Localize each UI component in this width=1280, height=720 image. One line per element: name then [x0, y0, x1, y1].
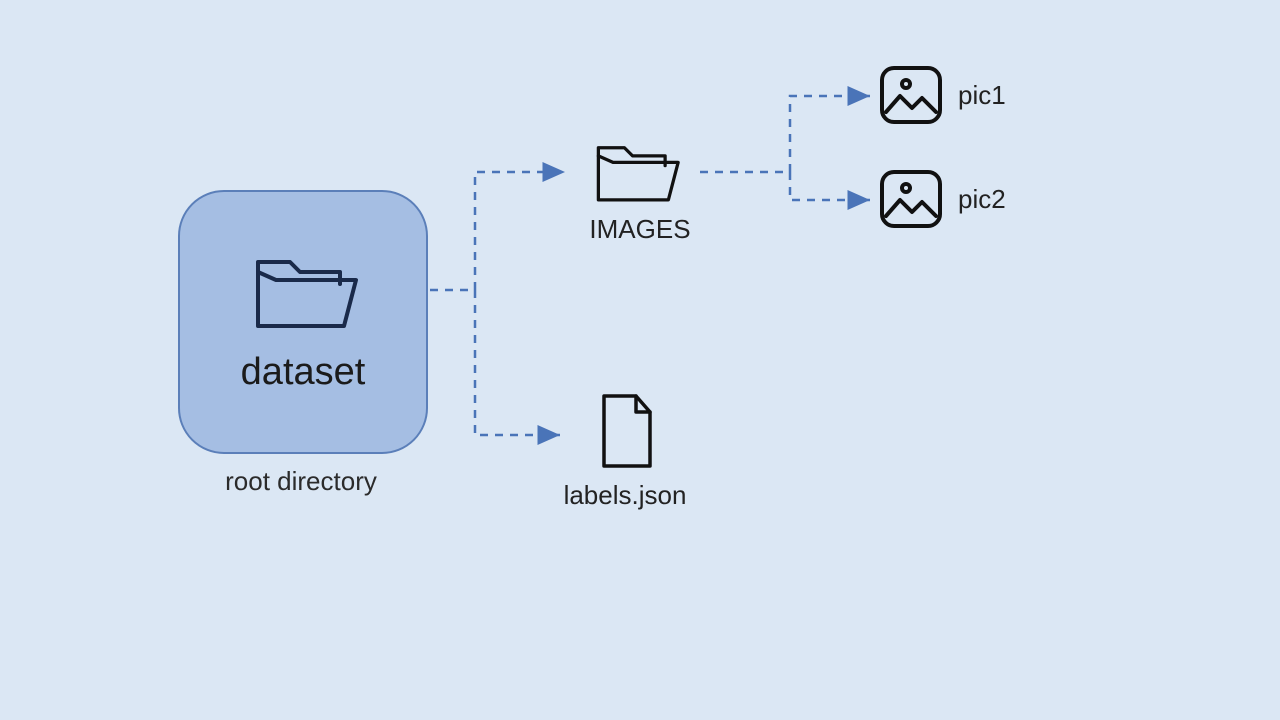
pic1-label: pic1	[958, 80, 1006, 111]
labels-file-node	[566, 392, 686, 475]
labels-file-label: labels.json	[540, 480, 710, 511]
image-icon	[878, 113, 944, 130]
image-icon	[878, 217, 944, 234]
file-icon	[596, 457, 656, 474]
image-file-pic2	[878, 168, 944, 235]
root-caption: root directory	[178, 466, 424, 497]
root-node: dataset	[178, 190, 428, 454]
image-file-pic1	[878, 64, 944, 131]
images-folder-node	[575, 138, 695, 213]
diagram-canvas: dataset root directory IMAGES labels.jso…	[0, 0, 1280, 720]
folder-open-icon	[248, 250, 358, 341]
root-name: dataset	[241, 351, 366, 394]
pic2-label: pic2	[958, 184, 1006, 215]
images-folder-label: IMAGES	[570, 214, 710, 245]
folder-open-icon	[580, 195, 690, 212]
